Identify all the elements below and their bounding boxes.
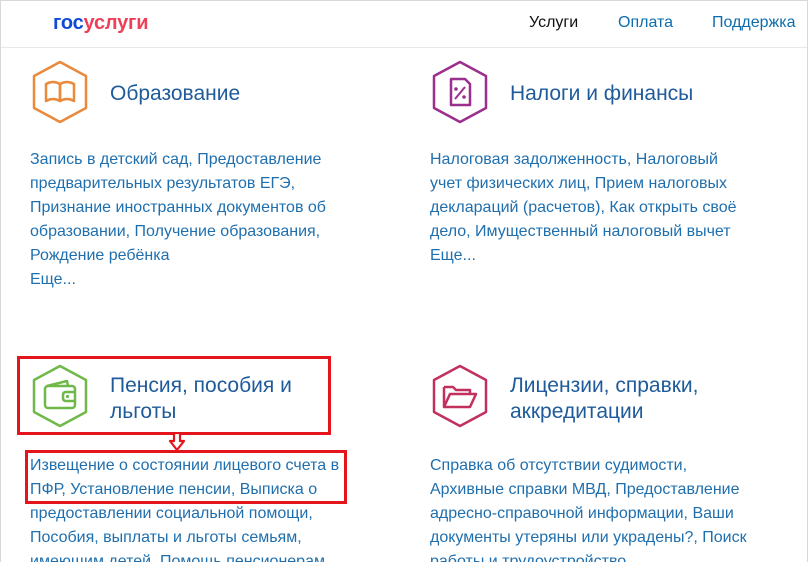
category-title-education[interactable]: Образование xyxy=(110,81,240,107)
site-header: госуслуги Услуги Оплата Поддержка xyxy=(1,1,807,48)
book-icon[interactable] xyxy=(30,59,90,125)
highlight-box-links xyxy=(25,450,347,504)
links-text[interactable]: Запись в детский сад, Предоставление пре… xyxy=(30,151,326,264)
folder-icon[interactable] xyxy=(430,363,490,429)
links-text[interactable]: Справка об отсутствии судимости, Архивны… xyxy=(430,457,747,562)
more-link[interactable]: Еще... xyxy=(430,244,750,268)
page: госуслуги Услуги Оплата Поддержка Образо… xyxy=(0,0,808,562)
nav-payment[interactable]: Оплата xyxy=(618,13,673,33)
more-link[interactable]: Еще... xyxy=(30,268,350,292)
gosuslugi-logo[interactable]: госуслуги xyxy=(53,12,148,34)
category-links-taxes: Налоговая задолженность, Налоговый учет … xyxy=(430,148,750,268)
nav-services[interactable]: Услуги xyxy=(529,13,578,33)
links-text[interactable]: Налоговая задолженность, Налоговый учет … xyxy=(430,151,737,240)
category-title-licenses[interactable]: Лицензии, справки, аккредитации xyxy=(510,373,750,425)
tax-document-icon[interactable] xyxy=(430,59,490,125)
category-links-education: Запись в детский сад, Предоставление пре… xyxy=(30,148,350,292)
category-links-licenses: Справка об отсутствии судимости, Архивны… xyxy=(430,454,750,562)
category-title-taxes[interactable]: Налоги и финансы xyxy=(510,81,693,107)
nav-support[interactable]: Поддержка xyxy=(712,13,795,33)
highlight-box-title xyxy=(17,356,331,435)
